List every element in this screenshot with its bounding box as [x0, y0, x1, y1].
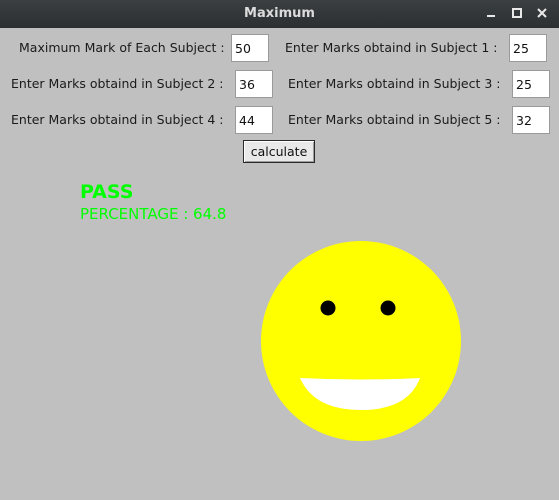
close-icon[interactable] — [533, 4, 551, 22]
title-bar[interactable]: Maximum — [0, 0, 559, 28]
subject4-label: Enter Marks obtaind in Subject 4 : — [11, 112, 224, 127]
max-mark-field[interactable] — [231, 34, 269, 62]
minimize-icon[interactable] — [482, 4, 500, 22]
form-panel: Maximum Mark of Each Subject : Enter Mar… — [0, 28, 559, 500]
subject2-field[interactable] — [235, 70, 273, 98]
app-window: Maximum Maximum Mark of Each Subject : E… — [0, 0, 559, 500]
maximize-icon[interactable] — [508, 4, 526, 22]
right-eye — [380, 300, 396, 316]
subject5-field[interactable] — [512, 106, 550, 134]
face-circle — [261, 241, 461, 441]
subject2-label: Enter Marks obtaind in Subject 2 : — [11, 76, 224, 91]
smiling-face-icon — [258, 238, 464, 444]
subject3-field[interactable] — [512, 70, 550, 98]
subject1-label: Enter Marks obtaind in Subject 1 : — [285, 40, 498, 55]
left-eye — [320, 300, 336, 316]
result-percentage: PERCENTAGE : 64.8 — [80, 205, 227, 223]
subject4-field[interactable] — [235, 106, 273, 134]
max-mark-label: Maximum Mark of Each Subject : — [19, 40, 225, 55]
result-status: PASS — [80, 181, 134, 203]
calculate-button[interactable]: calculate — [243, 140, 315, 163]
subject5-label: Enter Marks obtaind in Subject 5 : — [288, 112, 501, 127]
subject3-label: Enter Marks obtaind in Subject 3 : — [288, 76, 501, 91]
window-title: Maximum — [244, 6, 315, 21]
subject1-field[interactable] — [509, 34, 547, 62]
